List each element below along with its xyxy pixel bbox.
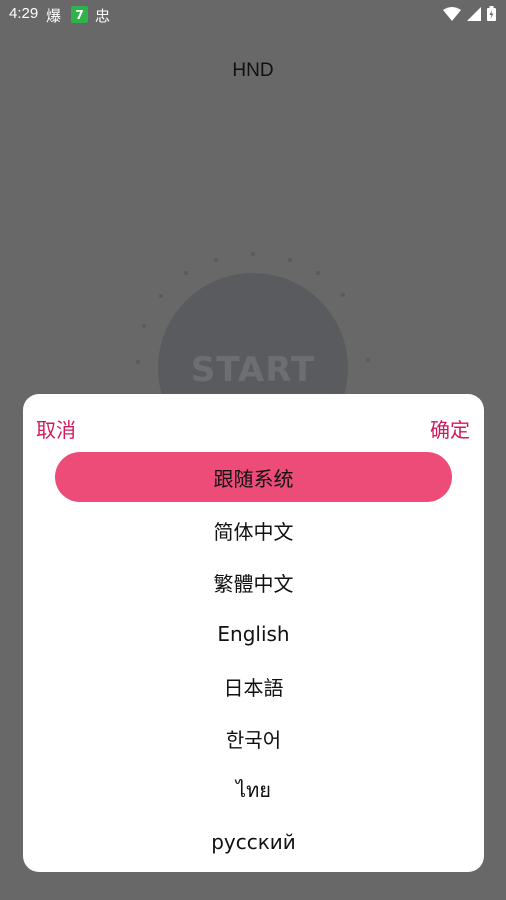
battery-icon [487, 6, 496, 21]
language-option[interactable]: русский [23, 816, 484, 868]
language-option-selected[interactable]: 跟随系统 [55, 452, 452, 502]
language-option[interactable]: 简体中文 [23, 504, 484, 556]
language-option[interactable]: ไทย [23, 764, 484, 816]
status-bar: 4:29 爆 7 忠 [0, 0, 506, 30]
language-dialog: 取消 确定 跟随系统 简体中文 繁體中文 English 日本語 한국어 ไทย… [23, 394, 484, 872]
notification-icon: 忠 [95, 7, 111, 25]
language-option[interactable]: 日本語 [23, 660, 484, 712]
app-title: HND [232, 60, 274, 81]
start-label: START [190, 350, 316, 390]
notification-app-icon: 7 [71, 6, 88, 23]
signal-icon [467, 6, 481, 21]
language-option[interactable]: 한국어 [23, 712, 484, 764]
confirm-button[interactable]: 确定 [430, 414, 470, 443]
cancel-button[interactable]: 取消 [36, 414, 76, 443]
status-time: 4:29 [9, 5, 39, 22]
wifi-icon [443, 6, 461, 21]
language-options: 跟随系统 简体中文 繁體中文 English 日本語 한국어 ไทย русск… [23, 452, 484, 868]
language-option[interactable]: 繁體中文 [23, 556, 484, 608]
language-option[interactable]: English [23, 608, 484, 660]
system-icons [443, 6, 496, 21]
notification-icon: 爆 [46, 7, 62, 25]
